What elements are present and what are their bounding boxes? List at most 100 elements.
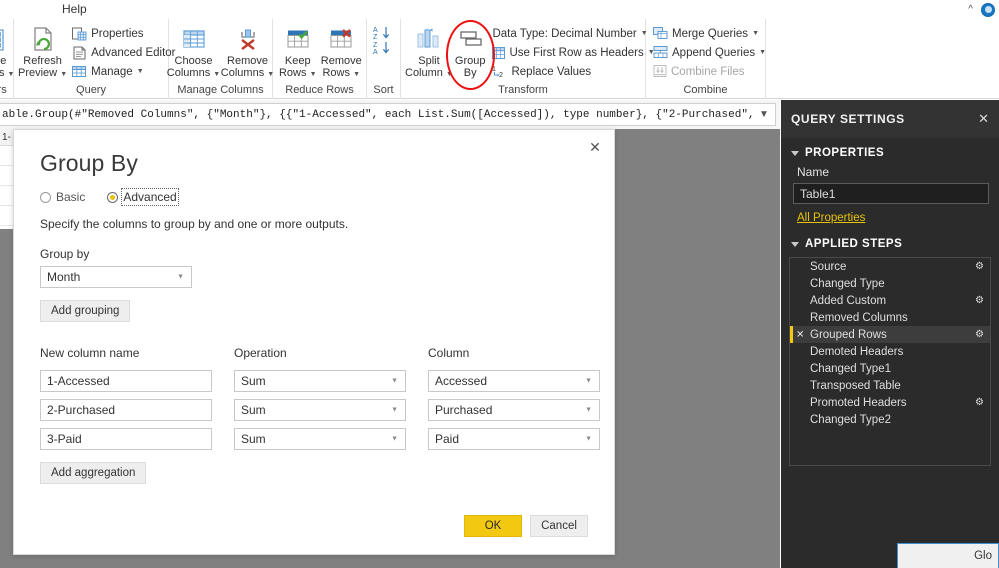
properties-section-header[interactable]: PROPERTIES: [781, 138, 999, 163]
keep-rows-button[interactable]: Keep Rows ▼: [276, 23, 320, 81]
ribbon-group-parameters: ageeters ▼ eters: [0, 19, 14, 99]
remove-rows-button[interactable]: Remove Rows ▼: [320, 23, 364, 81]
applied-step-grouped-rows[interactable]: ✕ Grouped Rows ⚙: [790, 326, 990, 343]
new-column-name-value-3: 3-Paid: [47, 432, 82, 446]
dialog-description: Specify the columns to group by and one …: [40, 217, 349, 231]
menu-item-help[interactable]: Help: [55, 0, 94, 19]
sort-ascending-icon[interactable]: A Z: [372, 25, 396, 40]
gear-icon[interactable]: ⚙: [975, 397, 984, 408]
properties-icon: [72, 27, 87, 41]
chevron-down-icon[interactable]: ▼: [391, 407, 398, 414]
column-select-2[interactable]: Purchased ▼: [428, 399, 600, 421]
applied-step-transposed-table[interactable]: Transposed Table: [790, 377, 990, 394]
cancel-label: Cancel: [541, 520, 577, 532]
radio-dot-icon: [40, 191, 51, 203]
chevron-down-icon[interactable]: ▼: [585, 378, 592, 385]
chevron-down-icon[interactable]: ▼: [391, 436, 398, 443]
ribbon-group-label-combine: Combine: [683, 84, 728, 96]
use-first-row-as-headers-button[interactable]: Use First Row as Headers ▼: [488, 43, 658, 62]
advanced-editor-button[interactable]: Advanced Editor: [68, 43, 179, 62]
mode-radio-group: Basic Advanced: [40, 188, 588, 206]
applied-step-source[interactable]: Source ⚙: [790, 258, 990, 275]
applied-step-promoted-headers[interactable]: Promoted Headers ⚙: [790, 394, 990, 411]
name-label: Name: [797, 165, 830, 179]
chevron-down-icon[interactable]: ▼: [585, 436, 592, 443]
group-by-button[interactable]: Group By: [454, 23, 487, 81]
formula-text[interactable]: able.Group(#"Removed Columns", {"Month"}…: [0, 109, 753, 121]
close-icon[interactable]: ✕: [978, 111, 989, 127]
ribbon: ageeters ▼ eters: [0, 19, 999, 99]
split-column-button[interactable]: Split Column ▼: [404, 23, 454, 81]
applied-step-label: Transposed Table: [810, 379, 901, 392]
name-input[interactable]: Table1: [793, 183, 989, 204]
formula-bar[interactable]: able.Group(#"Removed Columns", {"Month"}…: [0, 103, 776, 126]
refresh-preview-button[interactable]: Refresh Preview ▼: [17, 23, 68, 81]
add-grouping-button[interactable]: Add grouping: [40, 300, 131, 322]
ribbon-group-sort: A Z Z A Sort: [367, 19, 401, 99]
new-column-name-input-2[interactable]: 2-Purchased: [40, 399, 212, 421]
applied-step-changed-type1[interactable]: Changed Type1: [790, 360, 990, 377]
group-by-select[interactable]: Month ▼: [40, 266, 192, 288]
gear-icon[interactable]: ⚙: [975, 261, 984, 272]
add-aggregation-button[interactable]: Add aggregation: [40, 462, 147, 484]
radio-advanced[interactable]: Advanced: [107, 188, 179, 206]
bottom-popup[interactable]: Glo: [897, 543, 999, 568]
gear-icon[interactable]: ⚙: [975, 295, 984, 306]
append-queries-button[interactable]: Append Queries ▼: [649, 43, 770, 62]
chevron-down-icon[interactable]: ▼: [753, 109, 775, 120]
applied-step-added-custom[interactable]: Added Custom ⚙: [790, 292, 990, 309]
remove-rows-label: Remove Rows ▼: [320, 55, 362, 79]
column-select-1[interactable]: Accessed ▼: [428, 370, 600, 392]
properties-label: Properties: [91, 27, 144, 40]
applied-step-demoted-headers[interactable]: Demoted Headers: [790, 343, 990, 360]
gear-icon[interactable]: ⚙: [975, 329, 984, 340]
add-grouping-label: Add grouping: [51, 305, 120, 317]
radio-dot-icon: [107, 191, 119, 203]
applied-steps-list: Source ⚙ Changed Type Added Custom ⚙ Rem…: [789, 257, 991, 466]
sort-descending-icon[interactable]: Z A: [372, 40, 396, 55]
new-column-name-input-3[interactable]: 3-Paid: [40, 428, 212, 450]
advanced-editor-label: Advanced Editor: [91, 46, 176, 59]
properties-button[interactable]: Properties: [68, 24, 179, 43]
merge-queries-button[interactable]: Merge Queries ▼: [649, 24, 770, 43]
close-icon[interactable]: ✕: [582, 136, 608, 158]
new-column-name-input-1[interactable]: 1-Accessed: [40, 370, 212, 392]
applied-steps-section-header[interactable]: APPLIED STEPS: [781, 224, 999, 254]
delete-step-icon[interactable]: ✕: [796, 329, 804, 340]
radio-basic[interactable]: Basic: [40, 190, 85, 204]
applied-step-changed-type2[interactable]: Changed Type2: [790, 411, 990, 428]
operation-select-2[interactable]: Sum ▼: [234, 399, 406, 421]
operation-select-1[interactable]: Sum ▼: [234, 370, 406, 392]
svg-text:1: 1: [492, 66, 496, 73]
group-by-dialog: ✕ Group By Basic Advanced Specify the co…: [13, 129, 615, 555]
data-type-button[interactable]: Data Type: Decimal Number ▼: [488, 24, 658, 43]
replace-values-button[interactable]: 1 2 Replace Values: [488, 62, 658, 81]
properties-section-label: PROPERTIES: [805, 147, 885, 159]
chevron-down-icon[interactable]: ▼: [177, 274, 184, 281]
applied-step-label: Removed Columns: [810, 311, 908, 324]
chevron-down-icon[interactable]: ▼: [752, 30, 759, 37]
manage-button[interactable]: Manage ▼: [68, 62, 179, 81]
remove-columns-button[interactable]: Remove Columns ▼: [221, 23, 275, 81]
column-select-3[interactable]: Paid ▼: [428, 428, 600, 450]
choose-columns-icon: [180, 25, 208, 55]
svg-text:2: 2: [499, 72, 503, 78]
ok-button[interactable]: OK: [464, 515, 522, 537]
operation-select-3[interactable]: Sum ▼: [234, 428, 406, 450]
remove-columns-label: Remove Columns ▼: [220, 55, 275, 79]
chevron-down-icon[interactable]: ▼: [585, 407, 592, 414]
cancel-button[interactable]: Cancel: [530, 515, 588, 537]
account-circle-icon[interactable]: [981, 2, 995, 17]
ribbon-group-label-query: Query: [76, 84, 106, 96]
chevron-down-icon[interactable]: ▼: [391, 378, 398, 385]
all-properties-link[interactable]: All Properties: [797, 212, 865, 224]
choose-columns-button[interactable]: Choose Columns ▼: [167, 23, 221, 81]
chevron-up-icon[interactable]: ^: [968, 4, 973, 15]
applied-steps-section-label: APPLIED STEPS: [805, 238, 903, 250]
chevron-down-icon[interactable]: ▼: [137, 68, 144, 75]
applied-step-label: Demoted Headers: [810, 345, 904, 358]
chevron-down-icon: [791, 241, 799, 247]
applied-step-changed-type[interactable]: Changed Type: [790, 275, 990, 292]
applied-step-label: Grouped Rows: [810, 328, 887, 341]
applied-step-removed-columns[interactable]: Removed Columns: [790, 309, 990, 326]
